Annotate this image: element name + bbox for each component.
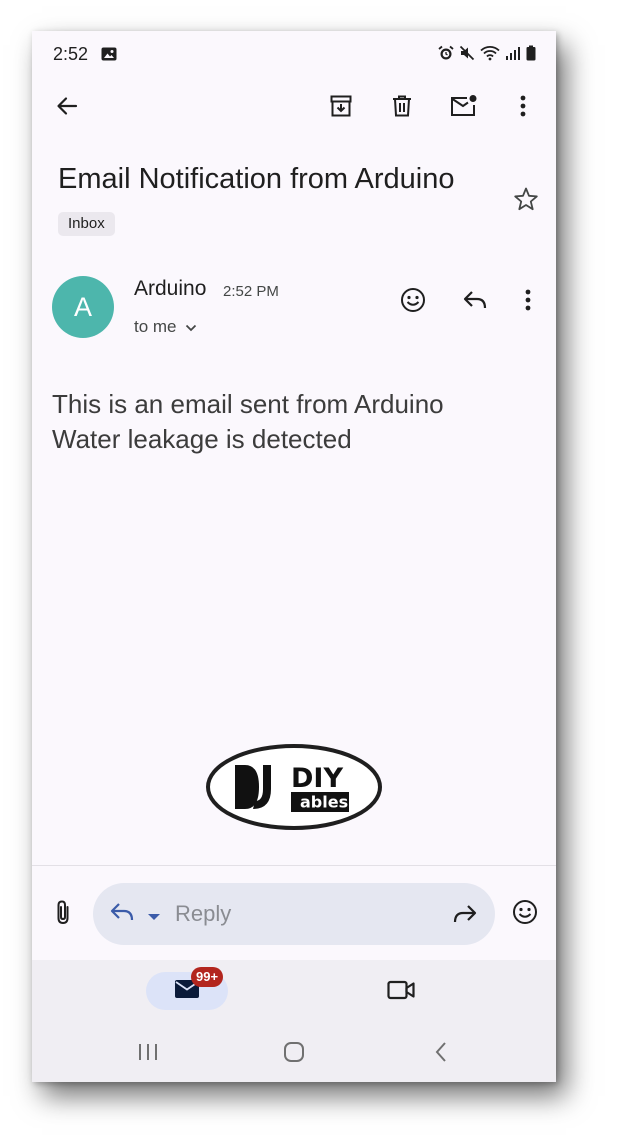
more-vertical-icon	[525, 289, 531, 316]
attachment-icon	[55, 899, 71, 930]
avatar-letter: A	[73, 291, 92, 322]
star-icon	[513, 186, 539, 217]
delete-icon	[390, 94, 414, 123]
attach-button[interactable]	[48, 899, 78, 929]
recent-apps-button[interactable]	[133, 1039, 163, 1069]
diyables-logo: DIY ables	[205, 743, 383, 831]
body-line: This is an email sent from Arduino	[52, 389, 444, 419]
recipient-details-toggle[interactable]: to me	[134, 317, 197, 337]
gallery-notification-icon	[101, 47, 117, 66]
video-camera-icon	[387, 980, 415, 1005]
mute-icon	[459, 45, 475, 66]
archive-icon	[329, 94, 353, 123]
avatar[interactable]: A	[52, 276, 114, 338]
chevron-down-icon	[185, 317, 197, 337]
divider	[32, 865, 556, 866]
body-line: Water leakage is detected	[52, 424, 352, 454]
bottom-navigation: 99+	[32, 960, 556, 1082]
forward-button[interactable]	[449, 899, 481, 929]
reply-button[interactable]	[455, 282, 495, 322]
back-button[interactable]	[47, 88, 87, 128]
sent-time: 2:52 PM	[223, 283, 279, 300]
reply-icon[interactable]	[109, 901, 135, 928]
message-more-button[interactable]	[508, 282, 548, 322]
system-back-icon	[434, 1041, 448, 1068]
add-reaction-button[interactable]	[393, 282, 433, 322]
mark-unread-icon	[450, 94, 478, 123]
reply-icon	[462, 289, 488, 316]
recipient-text: to me	[134, 317, 177, 336]
sender-name[interactable]: Arduino	[134, 277, 206, 301]
system-back-button[interactable]	[426, 1039, 456, 1069]
alarm-icon	[438, 45, 454, 66]
forward-icon	[453, 905, 477, 923]
emoji-icon	[512, 899, 538, 930]
signal-icon	[505, 45, 521, 66]
recent-apps-icon	[137, 1042, 159, 1067]
unread-badge: 99+	[191, 967, 224, 987]
emoji-reaction-icon	[400, 287, 426, 318]
more-vertical-icon	[520, 95, 526, 122]
mark-unread-button[interactable]	[444, 88, 484, 128]
email-body: This is an email sent from Arduino Water…	[52, 387, 444, 457]
emoji-button[interactable]	[509, 898, 541, 930]
dropdown-caret-icon[interactable]	[147, 908, 161, 926]
home-icon	[283, 1041, 305, 1068]
status-time: 2:52	[53, 44, 89, 64]
reply-placeholder: Reply	[175, 901, 232, 926]
star-button[interactable]	[509, 184, 543, 218]
status-icons	[438, 45, 536, 66]
archive-button[interactable]	[321, 88, 361, 128]
label-chip-inbox[interactable]: Inbox	[58, 212, 115, 236]
battery-icon	[526, 45, 536, 66]
more-options-button[interactable]	[503, 88, 543, 128]
delete-button[interactable]	[382, 88, 422, 128]
logo-top-text: DIY	[291, 763, 343, 794]
nav-tab-meet[interactable]	[384, 977, 418, 1007]
phone-screen: 2:52 Email Notification from Arduino Inb…	[32, 31, 556, 1082]
reply-input[interactable]: Reply	[93, 883, 495, 945]
email-subject: Email Notification from Arduino	[58, 163, 455, 195]
home-button[interactable]	[279, 1039, 309, 1069]
status-bar: 2:52	[32, 31, 556, 77]
wifi-icon	[480, 45, 500, 66]
back-arrow-icon	[55, 94, 79, 123]
logo-bottom-text: ables	[300, 793, 348, 812]
